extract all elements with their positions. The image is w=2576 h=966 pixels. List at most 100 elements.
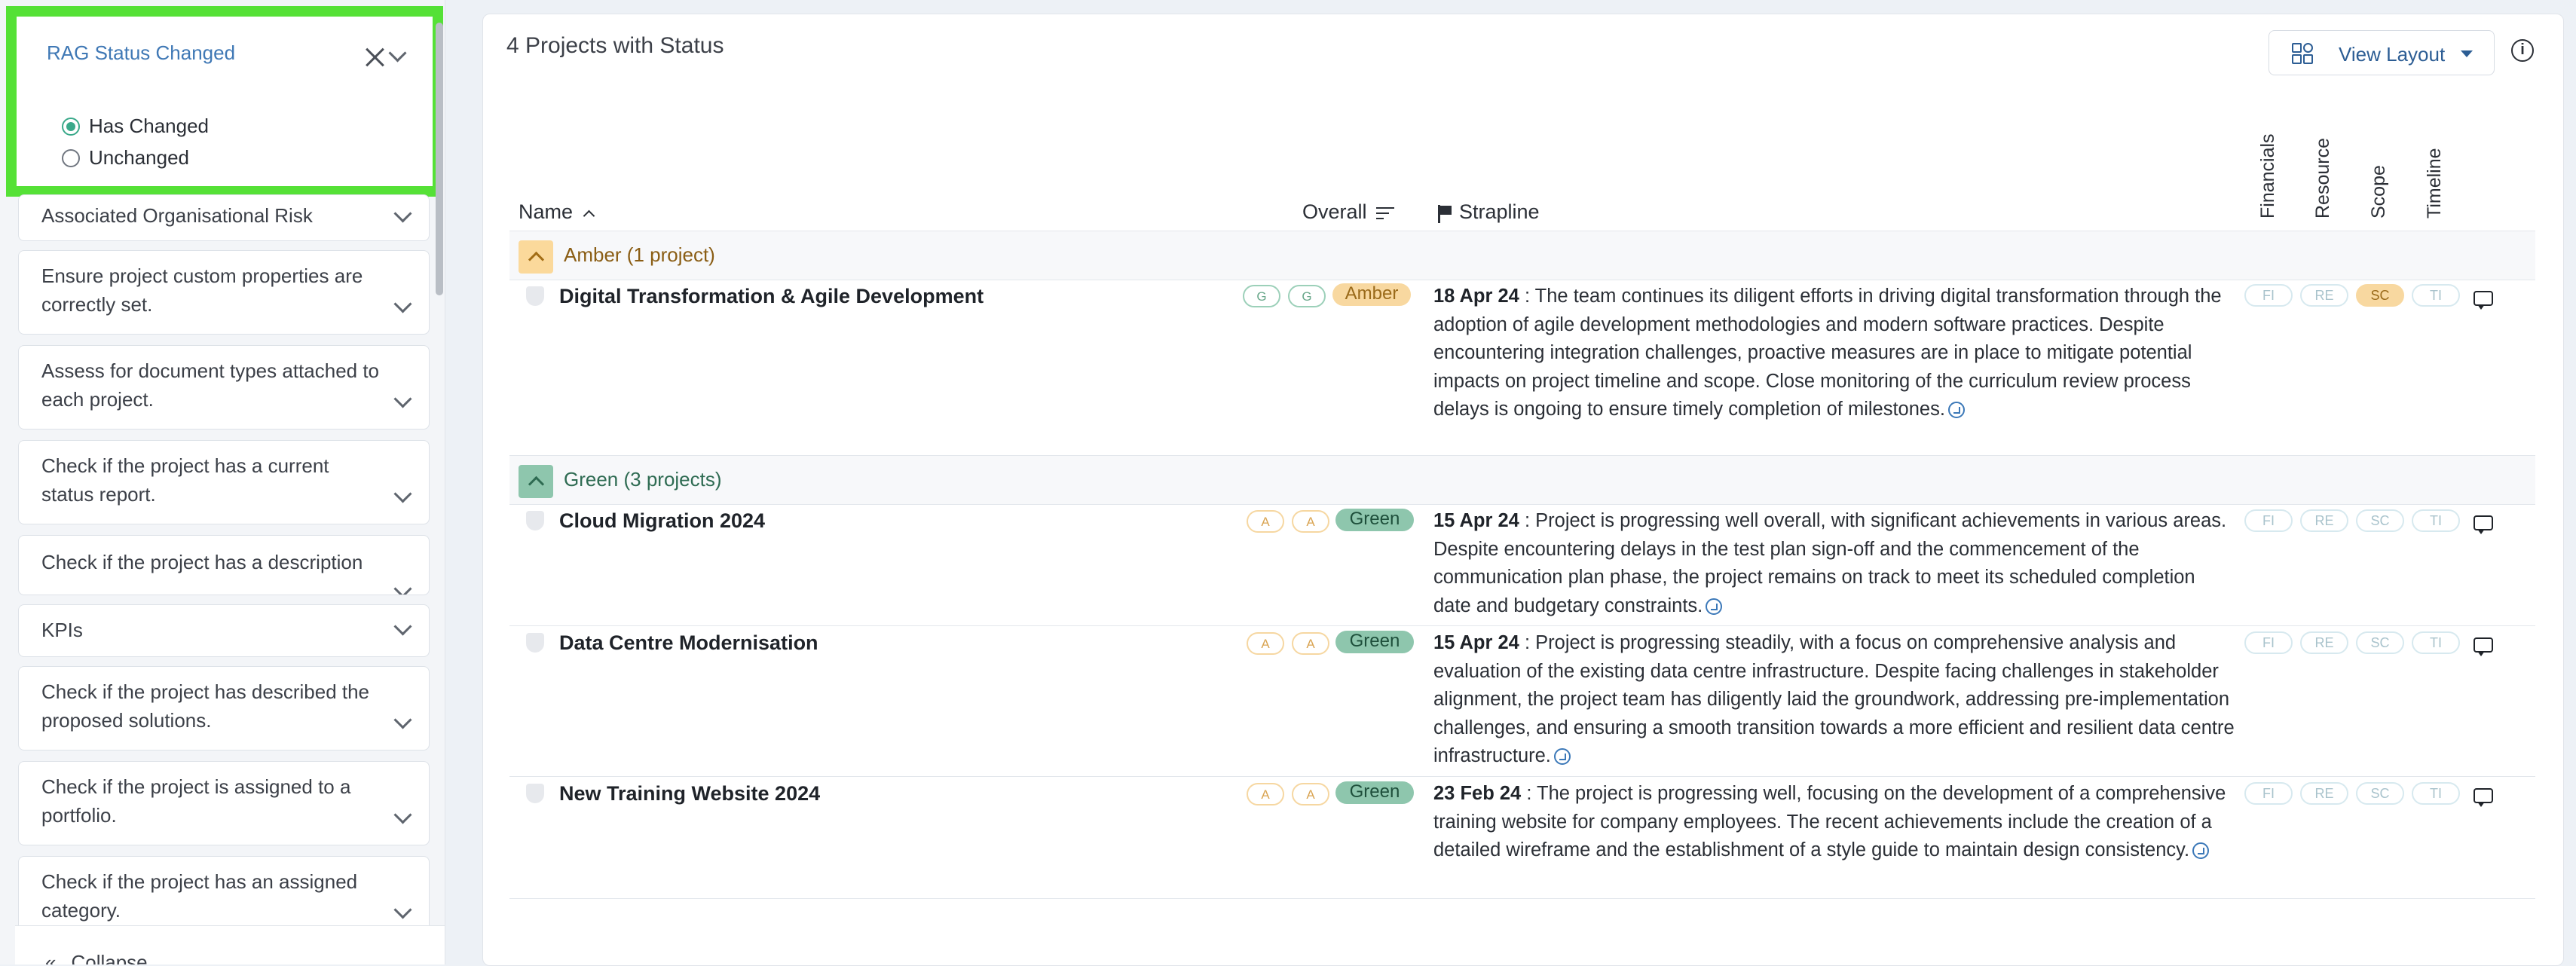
open-link-icon[interactable]	[1553, 748, 1571, 766]
strapline-date: 15 Apr 24	[1433, 510, 1519, 531]
row-divider	[509, 504, 2535, 505]
column-header-timeline[interactable]: Timeline	[2424, 148, 2446, 219]
strapline-text: 23 Feb 24 : The project is progressing w…	[1433, 783, 2226, 861]
filter-sidebar: RAG Status Changed Has Changed Unchanged…	[0, 0, 445, 964]
strapline-body: The project is progressing well, focusin…	[1433, 783, 2226, 861]
filter-portfolio[interactable]: Check if the project is assigned to a po…	[18, 761, 430, 845]
comment-icon[interactable]	[2474, 637, 2495, 656]
project-name[interactable]: Cloud Migration 2024	[559, 509, 765, 533]
comment-icon[interactable]	[2474, 291, 2495, 310]
filter-category[interactable]: Check if the project has an assigned cat…	[18, 856, 430, 931]
comment-icon[interactable]	[2474, 788, 2495, 807]
strapline-date: 15 Apr 24	[1433, 632, 1519, 653]
resource-status-pill: RE	[2300, 509, 2348, 532]
column-label: Name	[519, 200, 574, 223]
chevron-down-icon	[393, 579, 412, 595]
chevron-down-icon	[393, 295, 412, 313]
row-divider	[509, 625, 2535, 626]
radio-label: Has Changed	[89, 115, 209, 137]
column-header-name[interactable]: Name	[519, 200, 595, 224]
filter-label: Check if the project has a description	[41, 551, 363, 573]
prior-status-pill: A	[1247, 783, 1284, 806]
filter-document-types[interactable]: Assess for document types attached to ea…	[18, 345, 430, 430]
resource-status-pill: RE	[2300, 284, 2348, 307]
filter-status-report[interactable]: Check if the project has a current statu…	[18, 440, 430, 524]
filter-label-line2: portfolio.	[41, 804, 117, 827]
shield-icon	[526, 286, 544, 306]
scope-status-pill: SC	[2356, 782, 2404, 805]
financials-status-pill: FI	[2244, 782, 2293, 805]
resource-status-pill: RE	[2300, 782, 2348, 805]
open-link-icon[interactable]	[1706, 598, 1723, 615]
group-label: Green (3 projects)	[564, 468, 722, 491]
open-link-icon[interactable]	[2192, 842, 2210, 860]
column-header-scope[interactable]: Scope	[2368, 165, 2390, 219]
prior-status-pill: G	[1288, 285, 1326, 307]
close-icon[interactable]	[365, 47, 386, 68]
chevron-down-icon[interactable]	[388, 44, 407, 63]
column-header-resource[interactable]: Resource	[2312, 138, 2334, 219]
strapline-date: 18 Apr 24	[1433, 286, 1519, 307]
filter-description[interactable]: Check if the project has a description	[18, 535, 430, 595]
filter-label: Assess for document types attached to	[41, 359, 380, 382]
radio-unchanged[interactable]: Unchanged	[62, 146, 189, 170]
radio-has-changed[interactable]: Has Changed	[62, 115, 209, 138]
strapline-text: 15 Apr 24 : Project is progressing well …	[1433, 510, 2227, 616]
filter-label: Check if the project is assigned to a	[41, 775, 351, 798]
chevron-down-icon	[393, 485, 412, 503]
prior-status-pill: G	[1243, 285, 1280, 307]
prior-status-pill: A	[1292, 510, 1329, 533]
strapline-body: The team continues its diligent efforts …	[1433, 286, 2222, 420]
column-header-strapline[interactable]: Strapline	[1436, 200, 1540, 224]
project-name[interactable]: Data Centre Modernisation	[559, 631, 818, 655]
strapline-text: 15 Apr 24 : Project is progressing stead…	[1433, 632, 2235, 766]
filter-proposed-solutions[interactable]: Check if the project has described the p…	[18, 666, 430, 750]
column-header-financials[interactable]: Financials	[2257, 133, 2279, 219]
resource-status-pill: RE	[2300, 631, 2348, 654]
project-name[interactable]: Digital Transformation & Agile Developme…	[559, 285, 984, 308]
filter-custom-properties[interactable]: Ensure project custom properties are cor…	[18, 250, 430, 335]
filter-kpis[interactable]: KPIs	[18, 604, 430, 657]
scope-status-pill: SC	[2356, 509, 2404, 532]
collapse-button[interactable]: « Collapse	[45, 951, 148, 964]
open-link-icon[interactable]	[1947, 402, 1965, 419]
filter-label-line2: status report.	[41, 483, 156, 506]
timeline-status-pill: TI	[2412, 631, 2460, 654]
radio-button-selected[interactable]	[62, 117, 80, 136]
collapse-label: Collapse	[71, 951, 148, 964]
filter-associated-risk[interactable]: Associated Organisational Risk	[18, 194, 430, 241]
strapline-body: Project is progressing steadily, with a …	[1433, 632, 2235, 766]
chevron-down-icon	[393, 617, 412, 636]
group-row-amber: Amber (1 project)	[509, 231, 2535, 280]
group-collapse-toggle[interactable]	[519, 240, 553, 274]
timeline-status-pill: TI	[2412, 782, 2460, 805]
timeline-status-pill: TI	[2412, 509, 2460, 532]
overall-status-badge: Green	[1335, 781, 1414, 804]
view-layout-label: View Layout	[2339, 43, 2446, 66]
rag-filter-title[interactable]: RAG Status Changed	[47, 41, 235, 65]
sidebar-scrollbar[interactable]	[436, 23, 443, 295]
column-label: Strapline	[1459, 200, 1540, 223]
row-divider	[509, 898, 2535, 899]
filter-label-line2: proposed solutions.	[41, 709, 212, 732]
group-collapse-toggle[interactable]	[519, 465, 553, 498]
column-header-overall[interactable]: Overall	[1302, 200, 1396, 224]
group-label: Amber (1 project)	[564, 243, 715, 266]
filter-label: Check if the project has described the	[41, 680, 370, 703]
filter-label: Ensure project custom properties are	[41, 264, 363, 287]
chevron-down-icon	[393, 900, 412, 919]
timeline-status-pill: TI	[2412, 284, 2460, 307]
strapline-text: 18 Apr 24 : The team continues its dilig…	[1433, 286, 2222, 420]
financials-status-pill: FI	[2244, 284, 2293, 307]
filter-label: Associated Organisational Risk	[41, 204, 313, 227]
project-name[interactable]: New Training Website 2024	[559, 782, 820, 806]
view-layout-button[interactable]: View Layout	[2269, 30, 2495, 75]
filter-label: KPIs	[41, 619, 83, 641]
info-icon[interactable]: i	[2511, 39, 2534, 62]
filter-label: Check if the project has an assigned	[41, 870, 358, 893]
comment-icon[interactable]	[2474, 515, 2495, 534]
page-title: 4 Projects with Status	[506, 33, 724, 58]
shield-icon	[526, 784, 544, 803]
radio-button[interactable]	[62, 148, 80, 167]
shield-icon	[526, 511, 544, 530]
